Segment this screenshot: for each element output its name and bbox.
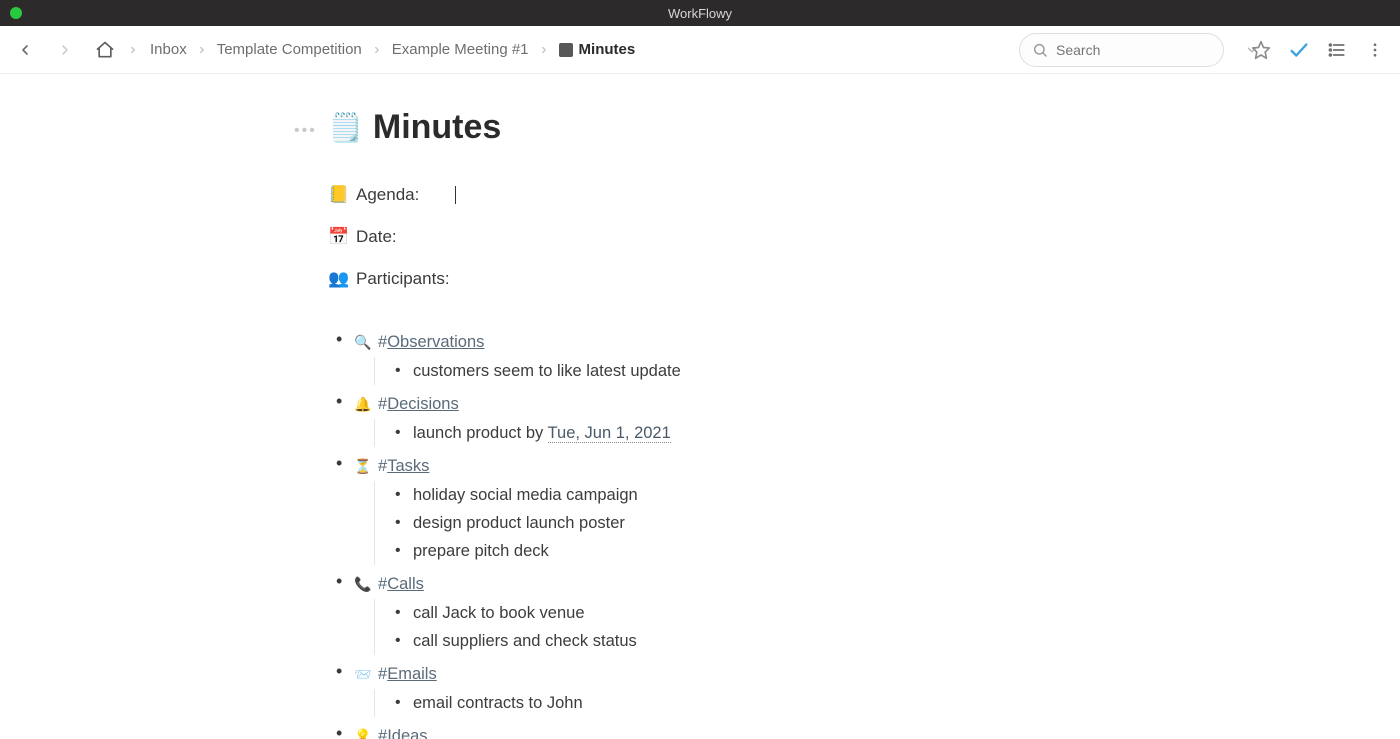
tag-link[interactable]: #Emails: [378, 661, 437, 687]
nav-back-button[interactable]: [14, 39, 36, 61]
breadcrumb-separator: [197, 45, 207, 55]
tag-link[interactable]: #Tasks: [378, 453, 429, 479]
meta-participants-line[interactable]: 👥 Participants:: [328, 269, 1148, 289]
page-title[interactable]: Minutes: [373, 108, 501, 147]
list-view-button[interactable]: [1326, 39, 1348, 61]
meta-agenda-line[interactable]: 📒 Agenda:: [328, 185, 1148, 205]
tag-link[interactable]: #Decisions: [378, 391, 459, 417]
document-content[interactable]: ••• 🗒️ Minutes 📒 Agenda: 📅 Date: 👥 Parti…: [0, 74, 1400, 739]
outline-item[interactable]: call suppliers and check status: [395, 627, 1148, 655]
outline-item[interactable]: email contracts to John: [395, 689, 1148, 717]
app-title: WorkFlowy: [668, 6, 732, 21]
section-emoji-icon: 📨: [354, 661, 372, 687]
date-link[interactable]: Tue, Jun 1, 2021: [548, 424, 671, 443]
section-emoji-icon: 💡: [354, 723, 372, 739]
tag-link[interactable]: #Ideas: [378, 723, 428, 739]
page-title-emoji: 🗒️: [328, 111, 363, 144]
window-titlebar: WorkFlowy: [0, 0, 1400, 26]
search-box[interactable]: [1019, 33, 1224, 67]
star-button[interactable]: [1250, 39, 1272, 61]
participants-label: Participants:: [356, 269, 450, 289]
meta-date-line[interactable]: 📅 Date:: [328, 227, 1148, 247]
outline-item[interactable]: holiday social media campaign: [395, 481, 1148, 509]
agenda-icon: 📒: [328, 185, 348, 205]
page-icon: [559, 43, 573, 57]
nav-forward-button[interactable]: [54, 39, 76, 61]
breadcrumb-current-label: Minutes: [579, 41, 636, 58]
outline-item[interactable]: prepare pitch deck: [395, 537, 1148, 565]
date-label: Date:: [356, 227, 397, 247]
section-emoji-icon: 🔍: [354, 329, 372, 355]
section-emoji-icon: 📞: [354, 571, 372, 597]
breadcrumb-separator: [539, 45, 549, 55]
drag-handle-icon[interactable]: •••: [294, 122, 317, 140]
outline-item[interactable]: call Jack to book venue: [395, 599, 1148, 627]
item-text: launch product by: [413, 424, 548, 442]
section-emoji-icon: 🔔: [354, 391, 372, 417]
breadcrumb-example-meeting[interactable]: Example Meeting #1: [392, 41, 529, 58]
window-zoom-button[interactable]: [10, 7, 22, 19]
outline[interactable]: 🔍#Observationscustomers seem to like lat…: [328, 329, 1148, 739]
breadcrumb-current[interactable]: Minutes: [559, 41, 636, 58]
section-header[interactable]: 🔔#Decisions: [354, 391, 1148, 417]
complete-toggle-button[interactable]: [1288, 39, 1310, 61]
text-caret: [455, 186, 456, 204]
outline-item[interactable]: customers seem to like latest update: [395, 357, 1148, 385]
more-menu-button[interactable]: [1364, 39, 1386, 61]
tag-link[interactable]: #Observations: [378, 329, 484, 355]
window-controls: [10, 7, 22, 19]
tag-link[interactable]: #Calls: [378, 571, 424, 597]
outline-item[interactable]: launch product by Tue, Jun 1, 2021: [395, 419, 1148, 447]
page-title-row[interactable]: ••• 🗒️ Minutes: [328, 108, 1148, 147]
section-header[interactable]: 💡 #Ideas: [354, 723, 1148, 739]
breadcrumb-separator: [128, 45, 138, 55]
breadcrumb-separator: [372, 45, 382, 55]
search-input[interactable]: [1056, 42, 1237, 58]
agenda-label: Agenda:: [356, 185, 419, 205]
participants-icon: 👥: [328, 269, 348, 289]
breadcrumb-template-competition[interactable]: Template Competition: [217, 41, 362, 58]
outline-section[interactable]: 📞#Callscall Jack to book venuecall suppl…: [328, 571, 1148, 655]
section-header[interactable]: 📨#Emails: [354, 661, 1148, 687]
section-header[interactable]: 📞#Calls: [354, 571, 1148, 597]
outline-item[interactable]: design product launch poster: [395, 509, 1148, 537]
breadcrumbs: Inbox Template Competition Example Meeti…: [150, 41, 635, 58]
home-button[interactable]: [94, 39, 116, 61]
outline-section[interactable]: 🔍#Observationscustomers seem to like lat…: [328, 329, 1148, 385]
section-emoji-icon: ⏳: [354, 453, 372, 479]
breadcrumb-inbox[interactable]: Inbox: [150, 41, 187, 58]
section-header[interactable]: ⏳#Tasks: [354, 453, 1148, 479]
outline-section[interactable]: 📨#Emailsemail contracts to John: [328, 661, 1148, 717]
date-icon: 📅: [328, 227, 348, 247]
search-icon: [1032, 42, 1048, 58]
toolbar: Inbox Template Competition Example Meeti…: [0, 26, 1400, 74]
outline-section[interactable]: ⏳#Tasksholiday social media campaigndesi…: [328, 453, 1148, 565]
section-header[interactable]: 🔍#Observations: [354, 329, 1148, 355]
outline-section[interactable]: 💡 #Ideas: [328, 723, 1148, 739]
outline-section[interactable]: 🔔#Decisionslaunch product by Tue, Jun 1,…: [328, 391, 1148, 447]
